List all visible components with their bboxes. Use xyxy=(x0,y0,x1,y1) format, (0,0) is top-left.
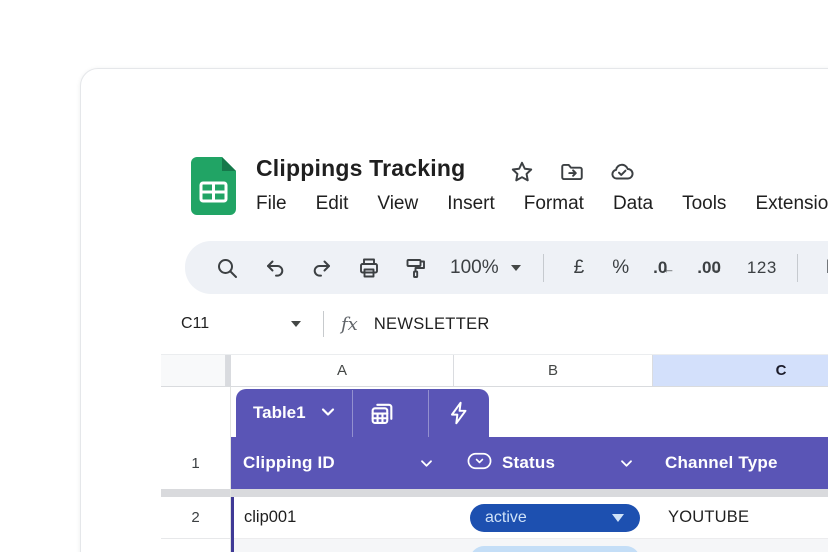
table-tab-chevron-icon[interactable] xyxy=(320,404,336,422)
zoom-caret-icon xyxy=(511,265,521,271)
dropdown-chip-icon xyxy=(467,452,492,475)
menu-extensions[interactable]: Extensions xyxy=(755,193,828,215)
left-arrow-icon: ← xyxy=(662,261,675,276)
toolbar: 100% £ % .0← .00→ 123 Robo xyxy=(185,241,828,294)
menu-view[interactable]: View xyxy=(377,193,418,215)
document-title[interactable]: Clippings Tracking xyxy=(256,155,465,182)
pill-dropdown-triangle-icon xyxy=(612,514,624,522)
formula-bar: C11 fx NEWSLETTER xyxy=(161,294,828,354)
number-format-button[interactable]: 123 xyxy=(747,250,777,286)
cell-clipping-id[interactable]: clip001 xyxy=(244,508,296,527)
gutter-blank-row xyxy=(161,387,230,437)
row-header-3[interactable]: 3 xyxy=(161,539,230,552)
table-row[interactable]: clip001 active YOUTUBE xyxy=(234,497,828,539)
frozen-row-band xyxy=(231,489,828,497)
status-value: active xyxy=(485,509,527,527)
menu-data[interactable]: Data xyxy=(613,193,653,215)
row-number-gutter: 1 2 3 4 xyxy=(161,387,231,552)
status-dropdown-pill[interactable]: active xyxy=(470,504,640,532)
search-icon[interactable] xyxy=(207,250,247,286)
format-percent-button[interactable]: % xyxy=(612,250,629,286)
zoom-level-select[interactable]: 100% xyxy=(450,250,521,286)
header-clipping-id[interactable]: Clipping ID xyxy=(243,453,335,473)
menu-file[interactable]: File xyxy=(256,193,287,215)
google-sheets-logo[interactable] xyxy=(191,157,236,215)
cell-reference: C11 xyxy=(181,315,209,332)
header-channel-type[interactable]: Channel Type xyxy=(665,453,778,473)
zoom-level-value: 100% xyxy=(450,257,499,279)
undo-icon[interactable] xyxy=(255,250,295,286)
select-all-corner[interactable] xyxy=(161,355,226,386)
name-box[interactable]: C11 xyxy=(181,315,277,333)
menu-bar: File Edit View Insert Format Data Tools … xyxy=(256,193,828,215)
toolbar-divider-2 xyxy=(797,254,798,282)
sheets-logo-icon xyxy=(191,157,236,215)
table-view-icon[interactable] xyxy=(353,399,413,427)
decrease-decimal-button[interactable]: .0← xyxy=(653,250,667,286)
table-row[interactable]: clip002 in-review INSTAGRAM xyxy=(234,539,828,552)
move-folder-icon[interactable] xyxy=(559,159,585,185)
table-header-row: Clipping ID Status Channel Type xyxy=(231,437,828,489)
menu-insert[interactable]: Insert xyxy=(447,193,495,215)
cloud-saved-icon[interactable] xyxy=(609,159,635,185)
paint-format-icon[interactable] xyxy=(396,250,436,286)
row-header-2[interactable]: 2 xyxy=(161,497,230,539)
header-status[interactable]: Status xyxy=(502,453,555,473)
header-clipping-id-chevron-icon[interactable] xyxy=(419,453,434,473)
quick-actions-bolt-icon[interactable] xyxy=(429,400,489,426)
frozen-row-band-gutter xyxy=(161,489,230,497)
right-arrow-icon: → xyxy=(710,261,723,276)
formula-bar-divider xyxy=(323,311,324,337)
menu-tools[interactable]: Tools xyxy=(682,193,726,215)
redo-icon[interactable] xyxy=(302,250,342,286)
star-icon[interactable] xyxy=(509,159,535,185)
title-action-icons xyxy=(509,159,635,185)
header-status-chevron-icon[interactable] xyxy=(619,453,634,473)
table-tab-name[interactable]: Table1 xyxy=(253,403,306,423)
fx-icon: fx xyxy=(341,314,358,335)
name-box-caret-icon[interactable] xyxy=(291,321,301,327)
formula-input[interactable]: NEWSLETTER xyxy=(374,315,490,334)
row-header-1[interactable]: 1 xyxy=(161,437,230,489)
spreadsheet-app-window: Clippings Tracking xyxy=(80,68,828,552)
print-icon[interactable] xyxy=(349,250,389,286)
column-header-c-selected[interactable]: C xyxy=(653,355,828,386)
format-currency-button[interactable]: £ xyxy=(574,250,585,286)
menu-edit[interactable]: Edit xyxy=(316,193,349,215)
menu-format[interactable]: Format xyxy=(524,193,584,215)
table-tab[interactable]: Table1 xyxy=(236,389,489,437)
status-dropdown-pill[interactable]: in-review xyxy=(470,546,640,552)
table-body: clip001 active YOUTUBE clip002 in-review… xyxy=(231,497,828,552)
column-headers: A B C xyxy=(161,354,828,387)
column-header-a[interactable]: A xyxy=(231,355,454,386)
increase-decimal-button[interactable]: .00→ xyxy=(697,250,721,286)
toolbar-divider xyxy=(543,254,544,282)
screenshot-stage: Clippings Tracking xyxy=(0,0,828,552)
cell-channel-type[interactable]: YOUTUBE xyxy=(668,508,749,527)
column-header-b[interactable]: B xyxy=(454,355,653,386)
